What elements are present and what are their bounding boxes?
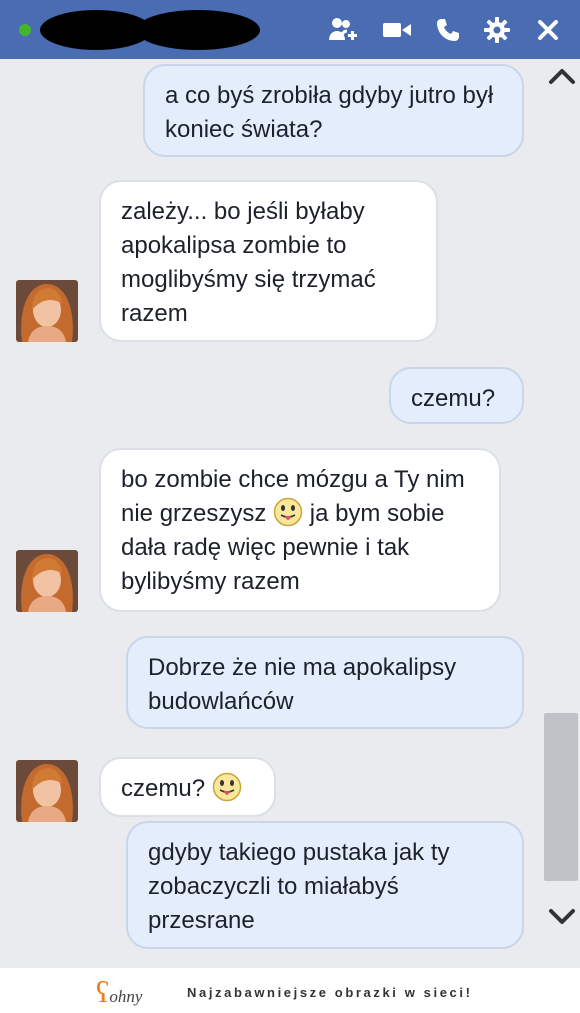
message-text: a co byś zrobiła gdyby jutro był koniec … (165, 82, 494, 143)
outgoing-message: czemu? (389, 367, 524, 424)
close-icon[interactable] (533, 15, 563, 45)
settings-gear-icon[interactable] (482, 15, 512, 45)
scroll-down-chevron-icon[interactable] (546, 905, 578, 929)
video-call-icon[interactable] (382, 15, 412, 45)
outgoing-message: Dobrze że nie ma apokalipsy budowlańców (126, 636, 524, 729)
scrollbar-thumb[interactable] (544, 713, 578, 881)
scroll-up-chevron-icon[interactable] (546, 64, 578, 88)
footer-tagline: Najzabawniejsze obrazki w sieci! (187, 985, 473, 1000)
site-logo-text: ohny (109, 987, 143, 1006)
contact-avatar[interactable] (16, 280, 78, 342)
phone-call-icon[interactable] (433, 15, 463, 45)
tongue-out-emoji-icon (273, 497, 303, 527)
outgoing-message: a co byś zrobiła gdyby jutro był koniec … (143, 64, 524, 157)
incoming-message: czemu? (99, 757, 276, 817)
online-status-dot (19, 24, 31, 36)
site-logo-mark: ʕ (96, 976, 110, 1009)
add-people-icon[interactable] (328, 15, 358, 45)
tongue-out-emoji-icon (212, 772, 241, 802)
site-logo[interactable]: ʕohny (96, 976, 143, 1009)
outgoing-message: gdyby takiego pustaka jak ty zobaczyczli… (126, 821, 524, 949)
message-text: zależy... bo jeśli byłaby apokalipsa zom… (121, 198, 376, 327)
incoming-message: zależy... bo jeśli byłaby apokalipsa zom… (99, 180, 438, 342)
incoming-message: bo zombie chce mózgu a Ty nim nie grzesz… (99, 448, 501, 612)
message-text: czemu? (121, 775, 206, 802)
message-text: gdyby takiego pustaka jak ty zobaczyczli… (148, 839, 450, 934)
message-text: Dobrze że nie ma apokalipsy budowlańców (148, 654, 457, 715)
contact-avatar[interactable] (16, 550, 78, 612)
redacted-contact-name-part (136, 10, 260, 50)
contact-avatar[interactable] (16, 760, 78, 822)
message-text: czemu? (411, 385, 496, 412)
chat-header (0, 0, 580, 59)
